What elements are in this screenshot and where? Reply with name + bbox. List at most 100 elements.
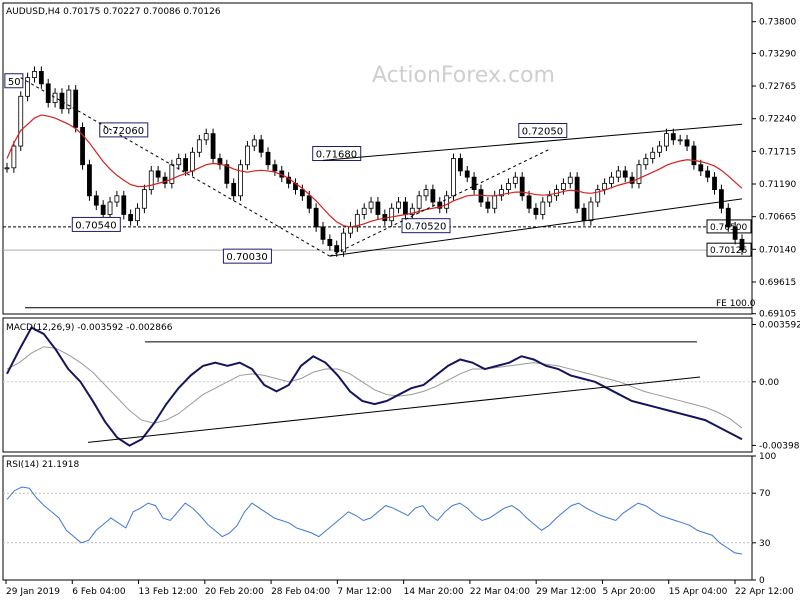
candle-body <box>547 195 553 203</box>
macd-title: MACD(12,26,9) -0.003592 -0.002866 <box>6 323 173 333</box>
rsi-line <box>6 486 743 555</box>
annotation-label: 0.72050 <box>522 127 563 138</box>
macd-panel-frame <box>2 317 753 453</box>
candle-body <box>128 214 134 222</box>
candle-body <box>114 195 120 203</box>
x-tick-label: 22 Apr 12:00 <box>735 587 794 597</box>
rsi-y-tick-label: 0 <box>759 576 765 586</box>
x-tick-label: 29 Mar 12:00 <box>536 587 596 597</box>
candle-body <box>52 92 58 103</box>
price-y-tick-label: 0.70665 <box>759 213 796 223</box>
candle-body <box>602 182 608 191</box>
candle-body <box>430 189 436 203</box>
candle-body <box>725 207 731 228</box>
x-tick-label: 20 Feb 20:00 <box>205 587 264 597</box>
watermark-text: ActionForex.com <box>372 63 555 88</box>
candle-body <box>107 201 113 215</box>
candle-body <box>574 176 580 209</box>
candle-body <box>203 133 209 141</box>
candle-body <box>121 195 127 215</box>
candle-body <box>4 167 10 170</box>
candle-body <box>657 145 662 153</box>
candle-body <box>348 226 353 234</box>
fe-label: FE 100.0 <box>716 299 756 309</box>
candle-body <box>677 139 683 142</box>
candle-body <box>210 133 216 159</box>
candle-body <box>272 164 278 172</box>
candle-body <box>368 201 374 209</box>
price-y-tick-label: 0.73800 <box>759 18 796 28</box>
price-y-tick-label: 0.72240 <box>759 115 796 125</box>
candle-body <box>464 170 470 178</box>
candle-body <box>561 182 566 191</box>
macd-y-tick-label: 0.003592 <box>759 321 800 331</box>
candle-body <box>396 201 401 209</box>
candle-body <box>519 176 525 197</box>
candle-body <box>18 95 24 147</box>
price-y-tick-label: 0.72765 <box>759 82 796 92</box>
candle-body <box>251 139 257 147</box>
candle-body <box>100 204 106 215</box>
candle-body <box>190 151 195 172</box>
candle-body <box>636 164 642 184</box>
candle-body <box>567 176 573 184</box>
candle-body <box>169 164 175 184</box>
candle-body <box>718 189 724 209</box>
candle-body <box>471 176 477 191</box>
candle-body <box>183 158 188 172</box>
candle-body <box>238 164 243 197</box>
candle-body <box>245 145 250 166</box>
candle-body <box>265 151 271 166</box>
macd-signal-line <box>6 346 743 429</box>
candle-body <box>87 164 92 197</box>
candle-body <box>403 201 408 215</box>
candle-body <box>38 71 44 85</box>
dashed-trend-line <box>20 77 331 257</box>
candle-body <box>533 207 539 215</box>
rsi-y-tick-label: 30 <box>759 539 771 549</box>
candle-body <box>650 151 656 159</box>
candle-body <box>313 207 319 228</box>
candle-body <box>341 232 346 253</box>
candle-body <box>320 226 326 240</box>
candle-body <box>451 158 456 197</box>
candle-body <box>643 158 649 166</box>
candle-body <box>416 195 422 209</box>
annotation-label: 0.70520 <box>405 222 446 233</box>
candle-body <box>622 170 628 178</box>
candle-body <box>691 145 697 166</box>
candle-body <box>698 164 704 172</box>
price-title: AUDUSD,H4 0.70175 0.70227 0.70086 0.7012… <box>6 7 221 17</box>
chart-svg: 0.73800 0.73290 0.72765 0.72240 0.71715 0.711… <box>2 2 800 597</box>
macd-y-tick-label: -0.003986 <box>759 441 800 451</box>
annotation-label: 0.70540 <box>75 220 116 231</box>
x-tick-label: 15 Apr 04:00 <box>669 587 728 597</box>
price-chart-area: 0.73800 0.73290 0.72765 0.72240 0.71715 0.711… <box>0 0 800 600</box>
candle-body <box>492 195 498 209</box>
candle-body <box>59 92 65 110</box>
candle-body <box>457 158 463 172</box>
price-y-tick-label: 0.69615 <box>759 278 796 288</box>
annotation-label: 0.72060 <box>103 126 144 137</box>
x-tick-label: 13 Feb 12:00 <box>139 587 198 597</box>
price-y-tick-label: 0.73290 <box>759 49 796 59</box>
candle-body <box>581 207 587 222</box>
candle-body <box>739 238 745 251</box>
price-y-tick-label: 0.70140 <box>759 245 796 255</box>
price-panel-frame <box>2 2 753 315</box>
candle-body <box>423 189 429 197</box>
candle-body <box>361 207 367 215</box>
candle-body <box>327 238 333 246</box>
x-tick-label: 6 Feb 04:00 <box>72 587 126 597</box>
candle-body <box>141 189 147 209</box>
price-y-tick-label: 0.71190 <box>759 180 796 190</box>
candle-body <box>609 176 614 184</box>
x-tick-label: 28 Feb 04:00 <box>271 587 330 597</box>
rsi-y-tick-label: 70 <box>759 489 771 499</box>
candle-body <box>176 158 182 166</box>
candle-body <box>155 170 161 178</box>
x-tick-label: 22 Mar 04:00 <box>470 587 530 597</box>
annotation-label: 50 <box>8 77 21 88</box>
candle-body <box>258 139 264 153</box>
candle-body <box>224 164 230 184</box>
